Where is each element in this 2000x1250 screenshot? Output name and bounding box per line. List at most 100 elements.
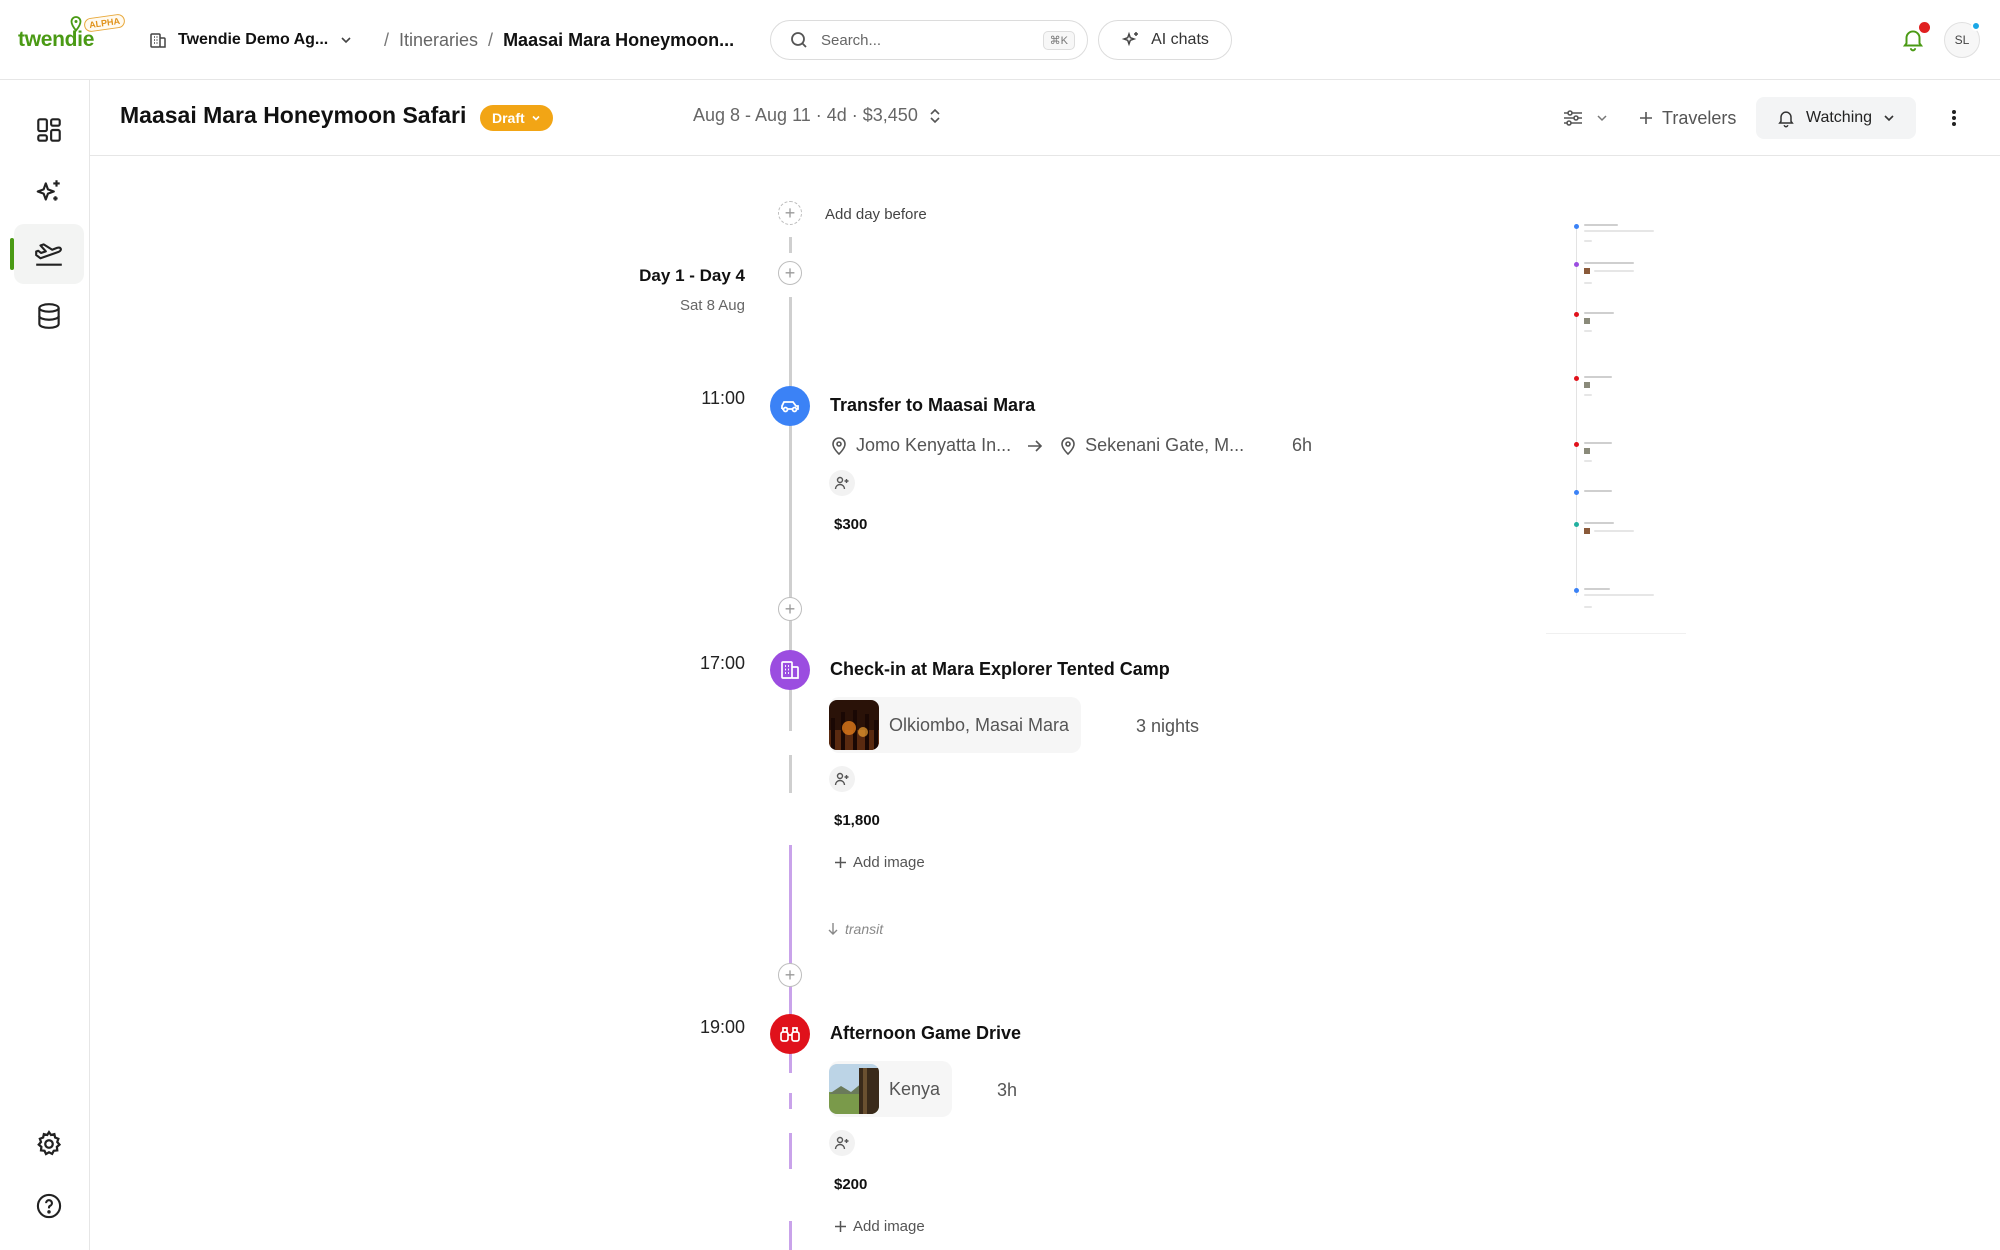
- add-image-button[interactable]: Add image: [834, 1218, 925, 1235]
- transit-label: transit: [845, 921, 884, 937]
- event-type-accommodation: [770, 650, 810, 690]
- event-duration: 6h: [1292, 435, 1313, 455]
- add-image-label: Add image: [853, 1218, 925, 1235]
- search-placeholder: Search...: [821, 31, 882, 49]
- event-type-transfer: [770, 386, 810, 426]
- search-input[interactable]: Search... ⌘K: [770, 20, 1088, 60]
- watching-button[interactable]: Watching: [1756, 97, 1916, 139]
- itinerary-timeline: + Add day before Day 1 - Day 4 Sat 8 Aug…: [90, 157, 2000, 1250]
- top-bar: twendie ALPHA Twendie Demo Ag... / Itine…: [0, 0, 2000, 80]
- arrow-down-icon: [828, 923, 838, 935]
- transfer-route[interactable]: Jomo Kenyatta In... Sekenani Gate, M...: [830, 435, 1244, 456]
- breadcrumb: / Itineraries / Maasai Mara Honeymoon...: [384, 29, 735, 51]
- event-price[interactable]: $1,800: [834, 812, 880, 829]
- gear-icon: [37, 1130, 62, 1156]
- transit-indicator[interactable]: transit: [827, 921, 883, 937]
- plane-departure-icon: [35, 243, 62, 266]
- add-event-button[interactable]: +: [778, 597, 802, 621]
- dashboard-grid-icon: [37, 118, 61, 142]
- event-time: 19:00: [699, 1017, 745, 1037]
- breadcrumb-current: Maasai Mara Honeymoon...: [503, 29, 735, 50]
- active-indicator: [10, 238, 14, 270]
- chevron-down-icon: [1884, 115, 1894, 122]
- sidebar-item-database[interactable]: [14, 286, 84, 346]
- online-dot: [1971, 21, 1981, 31]
- help-circle-icon: [36, 1193, 62, 1219]
- add-image-button[interactable]: Add image: [834, 854, 925, 871]
- add-day-before-label[interactable]: Add day before: [825, 206, 927, 223]
- assign-traveler-button[interactable]: [829, 766, 855, 792]
- map-pin-icon: [1061, 436, 1075, 455]
- search-icon: [791, 32, 807, 48]
- add-event-button[interactable]: +: [778, 963, 802, 987]
- event-duration: 3 nights: [1136, 716, 1200, 736]
- page-title: Maasai Mara Honeymoon Safari: [120, 102, 467, 128]
- plus-icon: [835, 857, 846, 868]
- route-to: Sekenani Gate, M...: [1085, 435, 1245, 455]
- user-plus-icon: [834, 1136, 849, 1150]
- user-plus-icon: [834, 772, 849, 786]
- sidebar-item-itineraries[interactable]: [10, 224, 84, 284]
- route-from: Jomo Kenyatta In...: [856, 435, 1012, 455]
- sidebar-item-settings[interactable]: [14, 1114, 84, 1174]
- more-vertical-icon: [1952, 110, 1956, 126]
- event-price[interactable]: $200: [834, 1176, 867, 1193]
- event-title[interactable]: Transfer to Maasai Mara: [830, 395, 1035, 416]
- add-event-button[interactable]: +: [778, 261, 802, 285]
- trip-summary[interactable]: Aug 8 - Aug 11 · 4d · $3,450: [693, 105, 942, 126]
- timeline-minimap[interactable]: [1546, 218, 1686, 634]
- event-title[interactable]: Check-in at Mara Explorer Tented Camp: [830, 659, 1170, 680]
- sidebar-item-help[interactable]: [14, 1176, 84, 1236]
- location-name: Olkiombo, Masai Mara: [889, 714, 1070, 735]
- logo[interactable]: twendie ALPHA: [18, 13, 128, 56]
- location-thumbnail: [829, 700, 879, 750]
- day-date: Sat 8 Aug: [679, 297, 745, 314]
- event-title[interactable]: Afternoon Game Drive: [830, 1023, 1021, 1044]
- binoculars-icon: [780, 1027, 800, 1042]
- travelers-label: Travelers: [1662, 107, 1737, 128]
- add-day-before-button[interactable]: +: [778, 201, 802, 225]
- bell-icon: [1778, 111, 1794, 128]
- event-price[interactable]: $300: [834, 516, 867, 533]
- chevron-down-icon: [1597, 115, 1607, 122]
- notifications-button[interactable]: [1900, 22, 1930, 54]
- add-travelers-button[interactable]: Travelers: [1638, 104, 1736, 132]
- location-card[interactable]: Olkiombo, Masai Mara: [829, 697, 1082, 753]
- ai-chats-button[interactable]: AI chats: [1098, 20, 1232, 60]
- sidebar-item-ai[interactable]: [14, 162, 84, 222]
- notification-dot: [1919, 22, 1930, 33]
- user-plus-icon: [834, 476, 849, 490]
- building-icon: [150, 33, 166, 48]
- assign-traveler-button[interactable]: [829, 470, 855, 496]
- avatar[interactable]: SL: [1944, 21, 1981, 58]
- day-title: Day 1 - Day 4: [639, 266, 745, 285]
- database-icon: [38, 303, 60, 329]
- sidebar-item-dashboard[interactable]: [14, 100, 84, 160]
- location-card[interactable]: Kenya: [829, 1061, 953, 1117]
- assign-traveler-button[interactable]: [829, 1130, 855, 1156]
- hotel-icon: [781, 661, 799, 679]
- chevron-down-icon: [532, 115, 540, 121]
- ai-chats-label: AI chats: [1151, 31, 1209, 48]
- sparkles-icon: [1121, 31, 1139, 47]
- breadcrumb-itineraries[interactable]: Itineraries: [399, 30, 478, 51]
- plus-icon: [835, 1221, 846, 1232]
- add-image-label: Add image: [853, 854, 925, 871]
- search-shortcut: ⌘K: [1042, 30, 1075, 50]
- view-settings-button[interactable]: [1562, 104, 1608, 132]
- watching-label: Watching: [1805, 109, 1873, 126]
- sliders-icon: [1564, 110, 1582, 126]
- status-label: Draft: [492, 110, 525, 126]
- location-thumbnail: [829, 1064, 879, 1114]
- workspace-switcher[interactable]: Twendie Demo Ag...: [148, 20, 354, 60]
- location-name: Kenya: [889, 1078, 941, 1099]
- sparkles-icon: [36, 180, 60, 201]
- event-type-activity: [770, 1014, 810, 1054]
- event-duration: 3h: [997, 1080, 1018, 1100]
- logo-text: twendie: [18, 28, 95, 51]
- workspace-name: Twendie Demo Ag...: [178, 31, 329, 48]
- chevron-up-down-icon: [930, 108, 940, 123]
- more-options-button[interactable]: [1940, 104, 1968, 132]
- status-badge[interactable]: Draft: [480, 105, 553, 131]
- itinerary-header: Maasai Mara Honeymoon Safari Draft Aug 8…: [90, 80, 2000, 156]
